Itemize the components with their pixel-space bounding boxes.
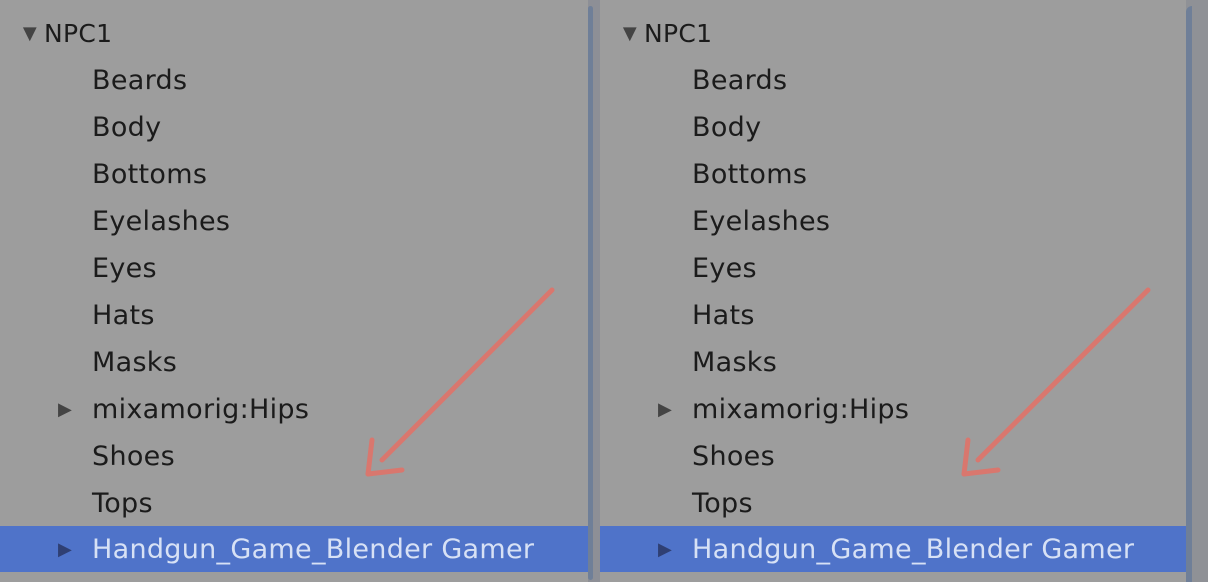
tree-root-label: NPC1: [644, 18, 713, 48]
tree-item-label: Masks: [692, 346, 778, 378]
tree-item-masks[interactable]: Masks: [600, 339, 1200, 385]
tree-item-label: Beards: [692, 64, 788, 96]
window-right-edge: [1186, 0, 1208, 582]
tree-root-npc1[interactable]: ▼ NPC1: [0, 10, 592, 56]
tree-item-label: Bottoms: [92, 158, 208, 190]
collapsed-triangle-icon[interactable]: ▶: [58, 399, 92, 420]
tree-item-label: Eyes: [692, 252, 757, 284]
tree-item-masks[interactable]: Masks: [0, 339, 592, 385]
tree-item-label: Eyes: [92, 252, 157, 284]
tree-item-label: Body: [692, 111, 762, 143]
tree-item-label: mixamorig:Hips: [692, 393, 910, 425]
collapsed-triangle-icon[interactable]: ▶: [658, 539, 692, 560]
tree-item-beards[interactable]: Beards: [0, 57, 592, 103]
tree-item-eyelashes[interactable]: Eyelashes: [600, 198, 1200, 244]
tree-item-label: Handgun_Game_Blender Gamer: [92, 533, 535, 565]
collapsed-triangle-icon[interactable]: ▶: [658, 399, 692, 420]
tree-item-label: Tops: [92, 487, 153, 519]
tree-item-label: Beards: [92, 64, 188, 96]
tree-item-hats[interactable]: Hats: [0, 292, 592, 338]
tree-root-npc1[interactable]: ▼ NPC1: [600, 10, 1200, 56]
tree-item-tops[interactable]: Tops: [0, 480, 592, 526]
expanded-triangle-icon[interactable]: ▼: [16, 23, 44, 44]
expanded-triangle-icon[interactable]: ▼: [616, 23, 644, 44]
tree-item-hats[interactable]: Hats: [600, 292, 1200, 338]
tree-item-label: Masks: [92, 346, 178, 378]
tree-item-label: Eyelashes: [92, 205, 231, 237]
tree-item-body[interactable]: Body: [0, 104, 592, 150]
tree-item-bottoms[interactable]: Bottoms: [0, 151, 592, 197]
hierarchy-panel-left: ▼ NPC1 Beards Body Bottoms Eyelashes Eye…: [0, 0, 592, 582]
tree-item-beards[interactable]: Beards: [600, 57, 1200, 103]
tree-item-label: Eyelashes: [692, 205, 831, 237]
tree-item-label: Hats: [92, 299, 155, 331]
tree-item-shoes[interactable]: Shoes: [600, 433, 1200, 479]
tree-item-tops[interactable]: Tops: [600, 480, 1200, 526]
tree-item-label: Hats: [692, 299, 755, 331]
tree-item-label: Shoes: [92, 440, 175, 472]
tree-item-selected-handgun[interactable]: ▶ Handgun_Game_Blender Gamer: [0, 526, 592, 572]
screenshot-stage: ▼ NPC1 Beards Body Bottoms Eyelashes Eye…: [0, 0, 1208, 582]
tree-item-mixamorig-hips[interactable]: ▶ mixamorig:Hips: [600, 386, 1200, 432]
tree-item-mixamorig-hips[interactable]: ▶ mixamorig:Hips: [0, 386, 592, 432]
tree-item-body[interactable]: Body: [600, 104, 1200, 150]
hierarchy-panel-right: ▼ NPC1 Beards Body Bottoms Eyelashes Eye…: [600, 0, 1200, 582]
tree-item-eyes[interactable]: Eyes: [0, 245, 592, 291]
collapsed-triangle-icon[interactable]: ▶: [58, 539, 92, 560]
tree-item-eyelashes[interactable]: Eyelashes: [0, 198, 592, 244]
tree-item-label: Shoes: [692, 440, 775, 472]
tree-item-label: Handgun_Game_Blender Gamer: [692, 533, 1135, 565]
tree-item-shoes[interactable]: Shoes: [0, 433, 592, 479]
tree-item-eyes[interactable]: Eyes: [600, 245, 1200, 291]
tree-item-label: Body: [92, 111, 162, 143]
tree-item-bottoms[interactable]: Bottoms: [600, 151, 1200, 197]
tree-item-label: Bottoms: [692, 158, 808, 190]
tree-item-label: mixamorig:Hips: [92, 393, 310, 425]
tree-root-label: NPC1: [44, 18, 113, 48]
tree-item-selected-handgun[interactable]: ▶ Handgun_Game_Blender Gamer: [600, 526, 1200, 572]
tree-item-label: Tops: [692, 487, 753, 519]
